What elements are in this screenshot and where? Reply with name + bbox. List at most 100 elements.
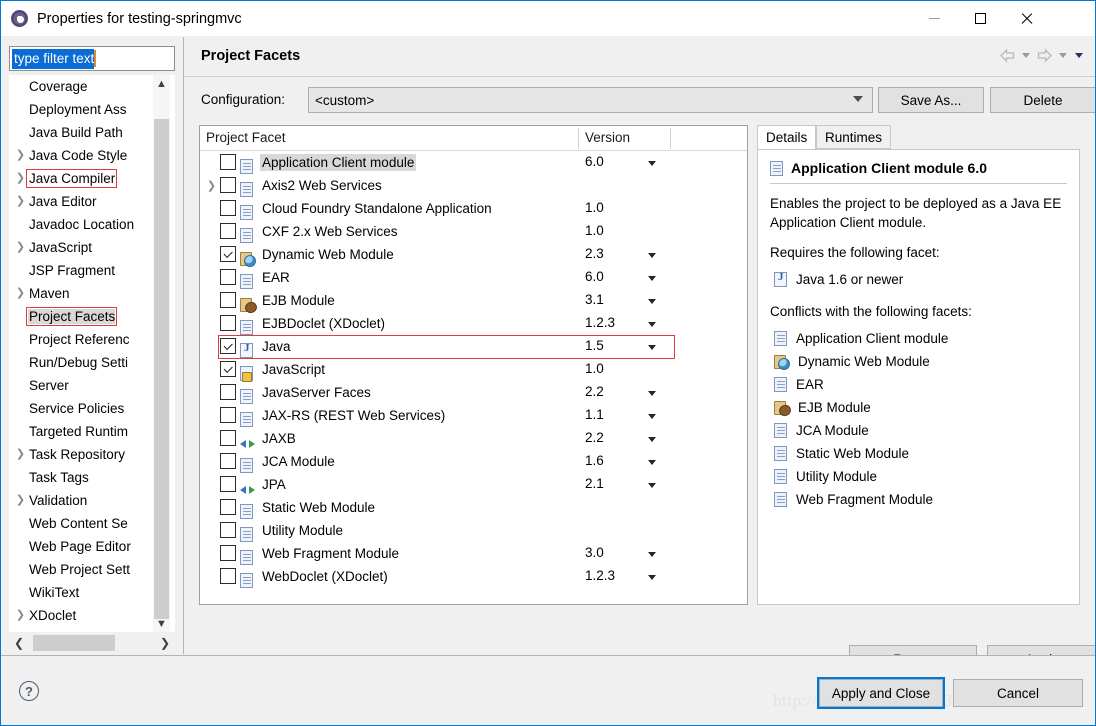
table-row[interactable]: JPA 2.1 [200, 473, 747, 496]
facet-checkbox[interactable] [220, 292, 236, 308]
sidebar-item-java-build-path[interactable]: Java Build Path [9, 121, 159, 144]
chevron-right-icon[interactable]: ❯ [13, 242, 28, 253]
sidebar-item-run-debug-setti[interactable]: Run/Debug Setti [9, 351, 159, 374]
back-chevron-down-icon[interactable] [1022, 53, 1030, 58]
chevron-right-icon[interactable]: ❯ [13, 196, 28, 207]
table-row[interactable]: EJBDoclet (XDoclet) 1.2.3 [200, 312, 747, 335]
apply-and-close-button[interactable]: Apply and Close [817, 677, 945, 709]
table-row[interactable]: Web Fragment Module 3.0 [200, 542, 747, 565]
version-chevron-down-icon[interactable] [648, 391, 656, 396]
chevron-right-icon[interactable]: ❯ [13, 495, 28, 506]
save-as-button[interactable]: Save As... [878, 87, 984, 113]
column-divider[interactable] [578, 128, 579, 149]
facet-checkbox[interactable] [220, 545, 236, 561]
sidebar-item-web-content-se[interactable]: Web Content Se [9, 512, 159, 535]
sidebar-item-xdoclet[interactable]: ❯ XDoclet [9, 604, 159, 627]
tab-details[interactable]: Details [757, 125, 817, 149]
sidebar-item-project-facets[interactable]: Project Facets [9, 305, 159, 328]
facet-checkbox[interactable] [220, 246, 236, 262]
sidebar-item-java-compiler[interactable]: ❯ Java Compiler [9, 167, 159, 190]
table-row[interactable]: Cloud Foundry Standalone Application 1.0 [200, 197, 747, 220]
table-row[interactable]: Static Web Module [200, 496, 747, 519]
configuration-select[interactable]: <custom> [308, 87, 873, 113]
scroll-right-icon[interactable]: ❯ [155, 633, 175, 653]
facet-checkbox[interactable] [220, 384, 236, 400]
close-button[interactable] [1003, 1, 1049, 35]
project-facets-table[interactable]: Project Facet Version Application Client… [199, 125, 748, 605]
scroll-left-icon[interactable]: ❮ [9, 633, 29, 653]
facet-checkbox[interactable] [220, 177, 236, 193]
chevron-right-icon[interactable]: ❯ [205, 179, 218, 192]
table-row[interactable]: Dynamic Web Module 2.3 [200, 243, 747, 267]
sidebar-item-javascript[interactable]: ❯ JavaScript [9, 236, 159, 259]
table-row[interactable]: EAR 6.0 [200, 266, 747, 289]
column-divider[interactable] [670, 128, 671, 149]
table-row[interactable]: Utility Module [200, 519, 747, 542]
cancel-button[interactable]: Cancel [953, 679, 1083, 707]
version-chevron-down-icon[interactable] [648, 322, 656, 327]
facet-checkbox[interactable] [220, 200, 236, 216]
sidebar-item-validation[interactable]: ❯ Validation [9, 489, 159, 512]
chevron-right-icon[interactable]: ❯ [13, 288, 28, 299]
tree-horizontal-scrollbar[interactable]: ❮ ❯ [9, 633, 175, 653]
sidebar-item-web-project-sett[interactable]: Web Project Sett [9, 558, 159, 581]
sidebar-item-wikitext[interactable]: WikiText [9, 581, 159, 604]
facet-checkbox[interactable] [220, 223, 236, 239]
delete-button[interactable]: Delete [990, 87, 1095, 113]
sidebar-item-project-referenc[interactable]: Project Referenc [9, 328, 159, 351]
table-row[interactable]: EJB Module 3.1 [200, 289, 747, 312]
version-chevron-down-icon[interactable] [648, 276, 656, 281]
facet-checkbox[interactable] [220, 522, 236, 538]
version-chevron-down-icon[interactable] [648, 253, 656, 258]
tree-scroll-thumb[interactable] [154, 119, 169, 619]
table-row[interactable]: JAXB 2.2 [200, 427, 747, 450]
version-chevron-down-icon[interactable] [648, 345, 656, 350]
help-icon[interactable]: ? [19, 681, 39, 701]
tab-runtimes[interactable]: Runtimes [816, 125, 892, 149]
version-chevron-down-icon[interactable] [648, 460, 656, 465]
version-chevron-down-icon[interactable] [648, 299, 656, 304]
sidebar-item-java-code-style[interactable]: ❯ Java Code Style [9, 144, 159, 167]
table-row[interactable]: CXF 2.x Web Services 1.0 [200, 220, 747, 243]
facet-checkbox[interactable] [220, 269, 236, 285]
sidebar-item-java-editor[interactable]: ❯ Java Editor [9, 190, 159, 213]
sidebar-item-service-policies[interactable]: Service Policies [9, 397, 159, 420]
version-chevron-down-icon[interactable] [648, 414, 656, 419]
sidebar-item-deployment-ass[interactable]: Deployment Ass [9, 98, 159, 121]
sidebar-item-maven[interactable]: ❯ Maven [9, 282, 159, 305]
facet-checkbox[interactable] [220, 568, 236, 584]
back-arrow-icon[interactable] [999, 48, 1016, 63]
version-chevron-down-icon[interactable] [648, 575, 656, 580]
table-row[interactable]: WebDoclet (XDoclet) 1.2.3 [200, 565, 747, 588]
chevron-right-icon[interactable]: ❯ [13, 449, 28, 460]
view-menu-chevron-down-icon[interactable] [1075, 53, 1083, 58]
chevron-right-icon[interactable]: ❯ [13, 610, 28, 621]
tree-hscroll-thumb[interactable] [33, 635, 115, 651]
column-header-version[interactable]: Version [585, 130, 630, 145]
scroll-up-icon[interactable]: ▲ [153, 75, 170, 92]
sidebar-item-targeted-runtim[interactable]: Targeted Runtim [9, 420, 159, 443]
table-row[interactable]: Application Client module 6.0 [200, 151, 747, 174]
facet-checkbox[interactable] [220, 407, 236, 423]
facet-checkbox[interactable] [220, 476, 236, 492]
maximize-button[interactable] [957, 1, 1003, 35]
table-row[interactable]: JavaServer Faces 2.2 [200, 381, 747, 404]
tree-vertical-scrollbar[interactable]: ▲ ▼ [153, 75, 170, 632]
table-row[interactable]: Java 1.5 [200, 335, 747, 358]
table-row[interactable]: JAX-RS (REST Web Services) 1.1 [200, 404, 747, 427]
facet-checkbox[interactable] [220, 361, 236, 377]
minimize-button[interactable] [911, 1, 957, 35]
sidebar-item-task-repository[interactable]: ❯ Task Repository [9, 443, 159, 466]
sidebar-item-server[interactable]: Server [9, 374, 159, 397]
table-row[interactable]: ❯ Axis2 Web Services [200, 174, 747, 197]
filter-input[interactable]: type filter text [9, 46, 175, 71]
sidebar-item-coverage[interactable]: Coverage [9, 75, 159, 98]
table-row[interactable]: JCA Module 1.6 [200, 450, 747, 473]
facet-checkbox[interactable] [220, 453, 236, 469]
facet-checkbox[interactable] [220, 499, 236, 515]
sidebar-item-task-tags[interactable]: Task Tags [9, 466, 159, 489]
scroll-down-icon[interactable]: ▼ [153, 615, 170, 632]
chevron-right-icon[interactable]: ❯ [13, 150, 28, 161]
column-header-project-facet[interactable]: Project Facet [206, 130, 286, 145]
facet-checkbox[interactable] [220, 315, 236, 331]
